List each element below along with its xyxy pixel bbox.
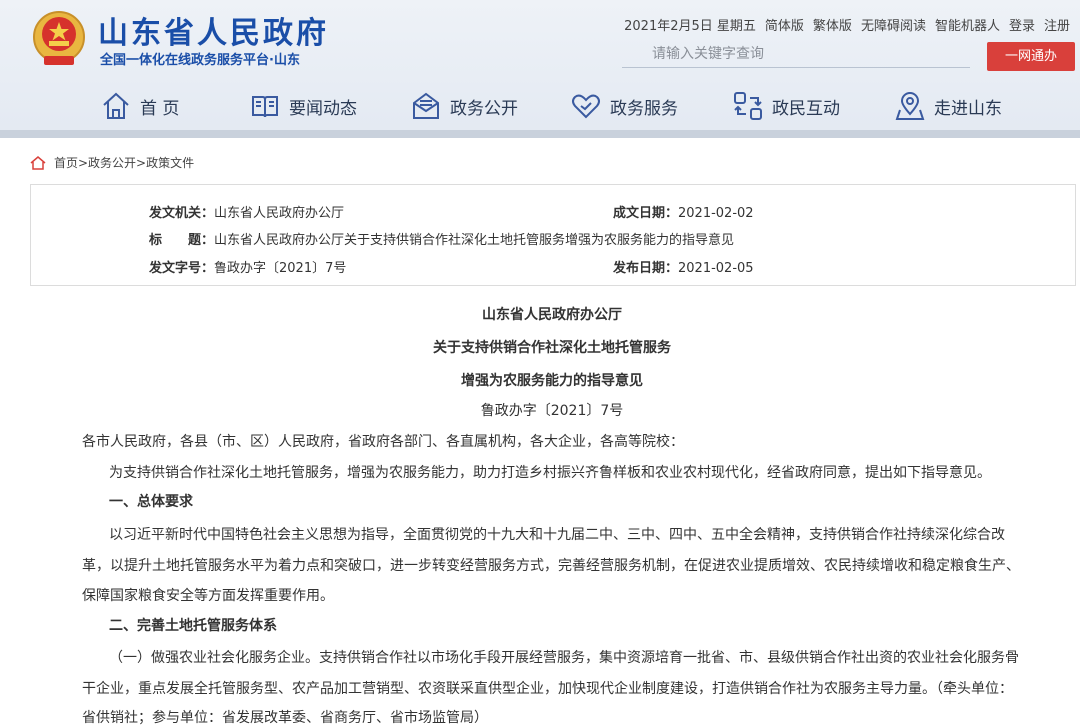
ywt-button[interactable]: 一网通办 — [987, 42, 1075, 71]
nav-open[interactable]: 政务公开 — [410, 90, 518, 122]
meta-value: 山东省人民政府办公厅 — [214, 206, 345, 221]
doc-paragraph-line: 革，以提升土地托管服务水平为着力点和突破口，进一步转变经营服务方式，完善经营服务… — [82, 558, 1020, 574]
search-input[interactable] — [622, 40, 970, 68]
nav-label: 走进山东 — [934, 98, 1002, 119]
current-date: 2021年2月5日 星期五 — [624, 19, 756, 34]
meta-value: 2021-02-02 — [678, 206, 754, 221]
register-link[interactable]: 注册 — [1044, 15, 1070, 34]
nav-label: 政务公开 — [450, 98, 518, 119]
meta-label: 成文日期： — [613, 206, 679, 221]
nav-shandong[interactable]: 走进山东 — [894, 90, 1002, 122]
national-emblem-icon — [33, 11, 85, 65]
nav-service[interactable]: 政务服务 — [570, 90, 678, 122]
breadcrumb: 首页>政务公开>政策文件 — [30, 154, 194, 171]
exchange-icon — [734, 92, 762, 120]
meta-value: 2021-02-05 — [678, 261, 754, 276]
simplified-link[interactable]: 简体版 — [765, 15, 804, 34]
meta-label: 标 题： — [149, 233, 215, 248]
top-links: 2021年2月5日 星期五 简体版 繁体版 无障碍阅读 智能机器人 登录 注册 — [624, 15, 1070, 34]
doc-heading-2: 二、完善土地托管服务体系 — [109, 618, 277, 634]
home-icon — [103, 92, 129, 119]
home-icon[interactable] — [30, 155, 46, 170]
meta-issuer: 发文机关：山东省人民政府办公厅 — [149, 202, 344, 221]
doc-title-line1: 山东省人民政府办公厅 — [482, 307, 622, 323]
meta-value: 鲁政办字〔2021〕7号 — [214, 261, 347, 276]
doc-title-line2: 关于支持供销合作社深化土地托管服务 — [433, 340, 671, 356]
meta-pubdate: 发布日期：2021-02-05 — [613, 257, 754, 276]
doc-intro: 为支持供销合作社深化土地托管服务，增强为农服务能力，助力打造乡村振兴齐鲁样板和农… — [109, 465, 991, 481]
book-icon — [252, 96, 278, 118]
accessibility-link[interactable]: 无障碍阅读 — [861, 15, 926, 34]
site-header: 山东省人民政府 全国一体化在线政务服务平台·山东 2021年2月5日 星期五 简… — [0, 0, 1080, 138]
robot-link[interactable]: 智能机器人 — [935, 15, 1000, 34]
mail-icon — [413, 92, 439, 119]
doc-heading-1: 一、总体要求 — [109, 494, 193, 510]
doc-paragraph-line: 省供销社；参与单位：省发展改革委、省商务厅、省市场监管局） — [82, 710, 488, 726]
nav-divider — [0, 130, 1080, 138]
meta-title: 标 题：山东省人民政府办公厅关于支持供销合作社深化土地托管服务增强为农服务能力的… — [149, 229, 734, 248]
nav-label: 政民互动 — [772, 98, 840, 119]
nav-label: 首 页 — [140, 98, 180, 119]
doc-title-line3: 增强为农服务能力的指导意见 — [461, 373, 643, 389]
nav-news[interactable]: 要闻动态 — [249, 90, 357, 122]
doc-paragraph-line: 保障国家粮食安全等方面发挥重要作用。 — [82, 588, 334, 604]
meta-label: 发文字号： — [149, 261, 215, 276]
doc-paragraph-line: 以习近平新时代中国特色社会主义思想为指导，全面贯彻党的十九大和十九届二中、三中、… — [109, 527, 1005, 543]
site-subtitle: 全国一体化在线政务服务平台·山东 — [100, 53, 300, 68]
heart-icon — [572, 94, 600, 119]
doc-paragraph-line: 干企业，重点发展全托管服务型、农产品加工营销型、农资联采直供型企业，加快现代企业… — [82, 681, 1013, 697]
doc-paragraph-line: （一）做强农业社会化服务企业。支持供销合作社以市场化手段开展经营服务，集中资源培… — [109, 650, 1019, 666]
traditional-link[interactable]: 繁体版 — [813, 15, 852, 34]
meta-date: 成文日期：2021-02-02 — [613, 202, 754, 221]
meta-docno: 发文字号：鲁政办字〔2021〕7号 — [149, 257, 346, 276]
main-nav: 首 页 要闻动态 政务公开 政务服务 政民互动 走进山东 — [0, 84, 1080, 130]
map-pin-icon — [895, 92, 925, 120]
document-meta-box: 发文机关：山东省人民政府办公厅 成文日期：2021-02-02 标 题：山东省人… — [30, 184, 1076, 286]
nav-home[interactable]: 首 页 — [100, 90, 179, 122]
doc-number: 鲁政办字〔2021〕7号 — [480, 403, 624, 419]
nav-interaction[interactable]: 政民互动 — [732, 90, 840, 122]
nav-label: 政务服务 — [610, 98, 678, 119]
nav-label: 要闻动态 — [289, 98, 357, 119]
site-title[interactable]: 山东省人民政府 — [98, 8, 329, 52]
doc-salutation: 各市人民政府，各县（市、区）人民政府，省政府各部门、各直属机构，各大企业，各高等… — [82, 434, 684, 450]
meta-value: 山东省人民政府办公厅关于支持供销合作社深化土地托管服务增强为农服务能力的指导意见 — [214, 233, 735, 248]
meta-label: 发文机关： — [149, 206, 215, 221]
login-link[interactable]: 登录 — [1009, 15, 1035, 34]
breadcrumb-path[interactable]: 首页>政务公开>政策文件 — [54, 154, 194, 171]
meta-label: 发布日期： — [613, 261, 679, 276]
